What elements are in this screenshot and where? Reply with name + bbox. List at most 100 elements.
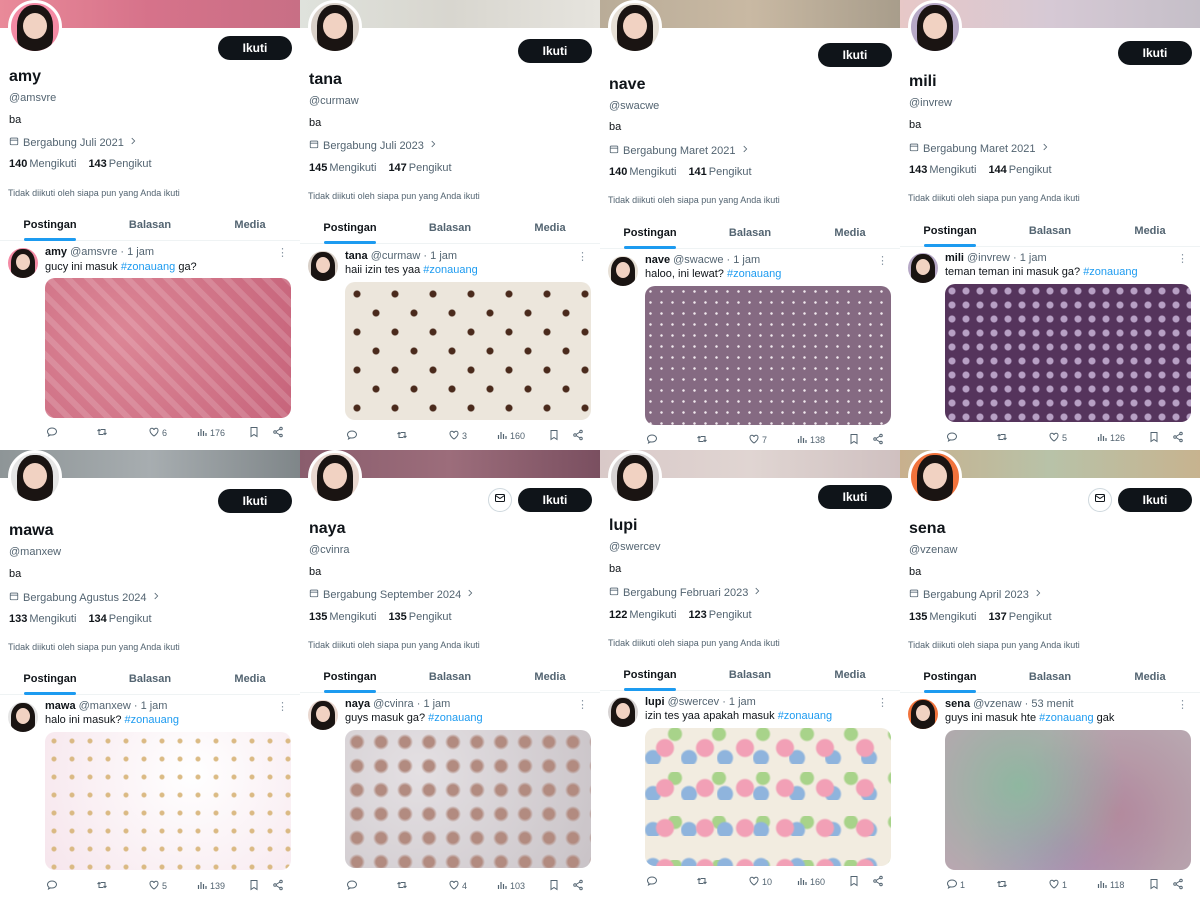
post-avatar[interactable]	[908, 699, 938, 729]
post-time[interactable]: 1 jam	[141, 700, 168, 712]
post-avatar[interactable]	[8, 248, 38, 278]
share-button[interactable]	[872, 874, 884, 890]
post-time[interactable]: 1 jam	[423, 698, 450, 710]
tab-replies[interactable]: Balasan	[400, 214, 500, 243]
tab-posts[interactable]: Postingan	[900, 663, 1000, 693]
retweet-button[interactable]	[696, 432, 708, 448]
more-options-icon[interactable]: ⋮	[277, 700, 288, 713]
following-count-link[interactable]: 140 Mengikuti	[9, 158, 76, 170]
post-avatar[interactable]	[908, 253, 938, 283]
post-avatar[interactable]	[308, 251, 338, 281]
message-button[interactable]	[488, 488, 512, 512]
joined-date[interactable]: Bergabung Maret 2021	[909, 142, 1050, 155]
following-count-link[interactable]: 145 Mengikuti	[309, 162, 376, 174]
views-button[interactable]: 139	[196, 878, 225, 894]
tab-replies[interactable]: Balasan	[1000, 217, 1100, 246]
following-count-link[interactable]: 135 Mengikuti	[309, 611, 376, 623]
hashtag-link[interactable]: #zonauang	[727, 268, 781, 280]
post-media[interactable]	[345, 730, 591, 868]
tab-replies[interactable]: Balasan	[700, 661, 800, 690]
post-author-handle[interactable]: @invrew	[967, 252, 1010, 264]
follow-button[interactable]: Ikuti	[818, 43, 892, 67]
share-button[interactable]	[572, 878, 584, 894]
post-time[interactable]: 1 jam	[1020, 252, 1047, 264]
post-media[interactable]	[45, 732, 291, 870]
post-author-handle[interactable]: @cvinra	[373, 698, 414, 710]
tab-replies[interactable]: Balasan	[100, 665, 200, 694]
joined-date[interactable]: Bergabung September 2024	[309, 588, 475, 601]
post-media[interactable]	[945, 730, 1191, 870]
post-author-handle[interactable]: @amsvre	[70, 246, 117, 258]
retweet-button[interactable]	[396, 878, 408, 894]
following-count-link[interactable]: 140 Mengikuti	[609, 166, 676, 178]
joined-date[interactable]: Bergabung Agustus 2024	[9, 591, 161, 604]
reply-button[interactable]	[46, 878, 60, 894]
tab-media[interactable]: Media	[1100, 663, 1200, 692]
profile-avatar[interactable]	[608, 0, 662, 54]
following-count-link[interactable]: 143 Mengikuti	[909, 164, 976, 176]
reply-button[interactable]	[646, 874, 660, 890]
more-options-icon[interactable]: ⋮	[1177, 698, 1188, 711]
post-media[interactable]	[45, 278, 291, 418]
followers-count-link[interactable]: 143 Pengikut	[88, 158, 151, 170]
follow-button[interactable]: Ikuti	[218, 489, 292, 513]
more-options-icon[interactable]: ⋮	[877, 254, 888, 267]
like-button[interactable]: 6	[148, 425, 167, 441]
post-time[interactable]: 1 jam	[733, 254, 760, 266]
bookmark-button[interactable]	[1148, 877, 1160, 893]
post-author-handle[interactable]: @swacwe	[673, 254, 723, 266]
share-button[interactable]	[1172, 430, 1184, 446]
post-time[interactable]: 53 menit	[1031, 698, 1073, 710]
hashtag-link[interactable]: #zonauang	[1083, 266, 1137, 278]
post-avatar[interactable]	[608, 256, 638, 286]
following-count-link[interactable]: 122 Mengikuti	[609, 609, 676, 621]
hashtag-link[interactable]: #zonauang	[125, 714, 179, 726]
retweet-button[interactable]	[696, 874, 708, 890]
like-button[interactable]: 3	[448, 428, 467, 444]
like-button[interactable]: 10	[748, 874, 772, 890]
hashtag-link[interactable]: #zonauang	[778, 710, 832, 722]
reply-button[interactable]: 1	[946, 877, 965, 893]
profile-avatar[interactable]	[8, 0, 62, 54]
post-media[interactable]	[945, 284, 1191, 422]
retweet-button[interactable]	[996, 430, 1008, 446]
joined-date[interactable]: Bergabung April 2023	[909, 588, 1043, 601]
post-author-name[interactable]: tana	[345, 250, 368, 262]
tab-posts[interactable]: Postingan	[0, 665, 100, 695]
share-button[interactable]	[572, 428, 584, 444]
followers-count-link[interactable]: 141 Pengikut	[688, 166, 751, 178]
like-button[interactable]: 5	[148, 878, 167, 894]
bookmark-button[interactable]	[548, 428, 560, 444]
followers-count-link[interactable]: 147 Pengikut	[388, 162, 451, 174]
followers-count-link[interactable]: 135 Pengikut	[388, 611, 451, 623]
bookmark-button[interactable]	[248, 878, 260, 894]
views-button[interactable]: 118	[1096, 877, 1124, 893]
retweet-button[interactable]	[96, 425, 108, 441]
bookmark-button[interactable]	[548, 878, 560, 894]
tab-media[interactable]: Media	[200, 211, 300, 240]
followers-count-link[interactable]: 123 Pengikut	[688, 609, 751, 621]
views-button[interactable]: 103	[496, 878, 525, 894]
more-options-icon[interactable]: ⋮	[877, 696, 888, 709]
post-author-name[interactable]: lupi	[645, 696, 665, 708]
follow-button[interactable]: Ikuti	[818, 485, 892, 509]
followers-count-link[interactable]: 137 Pengikut	[988, 611, 1051, 623]
post-time[interactable]: 1 jam	[127, 246, 154, 258]
tab-media[interactable]: Media	[500, 663, 600, 692]
profile-avatar[interactable]	[8, 450, 62, 504]
share-button[interactable]	[872, 432, 884, 448]
retweet-button[interactable]	[96, 878, 108, 894]
post-author-name[interactable]: amy	[45, 246, 67, 258]
joined-date[interactable]: Bergabung Juli 2023	[309, 139, 438, 152]
tab-media[interactable]: Media	[1100, 217, 1200, 246]
profile-avatar[interactable]	[308, 450, 362, 504]
views-button[interactable]: 138	[796, 432, 825, 448]
tab-posts[interactable]: Postingan	[600, 661, 700, 691]
post-time[interactable]: 1 jam	[430, 250, 457, 262]
hashtag-link[interactable]: #zonauang	[428, 712, 482, 724]
tab-posts[interactable]: Postingan	[300, 214, 400, 244]
profile-avatar[interactable]	[908, 450, 962, 504]
more-options-icon[interactable]: ⋮	[577, 250, 588, 263]
reply-button[interactable]	[346, 428, 360, 444]
post-author-name[interactable]: sena	[945, 698, 970, 710]
